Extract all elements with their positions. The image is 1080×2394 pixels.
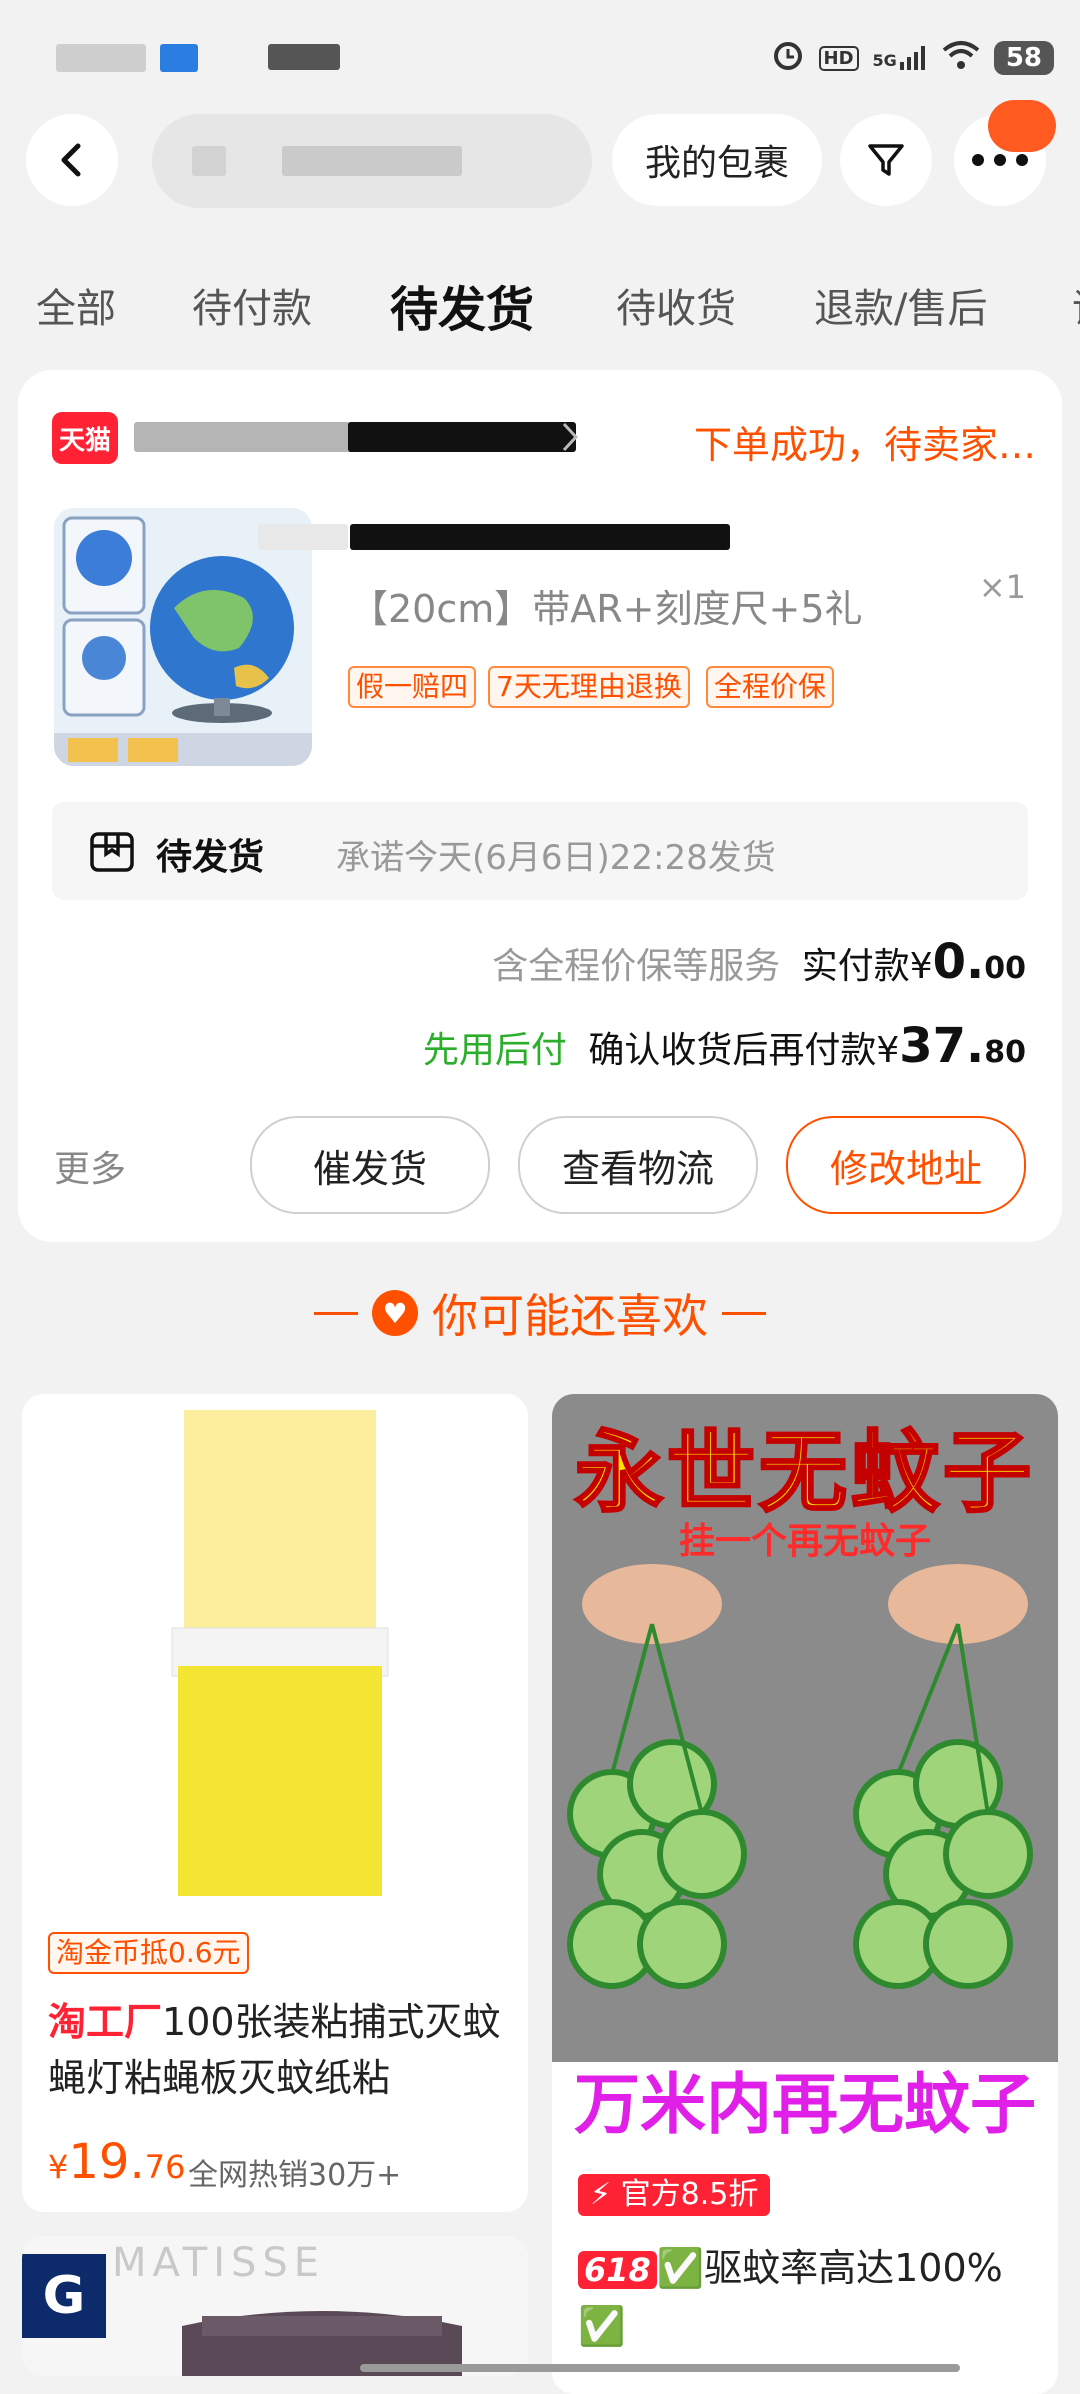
product-spec: 【20cm】带AR+刻度尺+5礼 <box>350 587 863 631</box>
more-dots-icon <box>972 154 1028 166</box>
order-card[interactable]: 天猫 下单成功，待卖家… 【20cm】带AR+刻度尺+5礼 ×1 假一赔四 7天… <box>18 370 1062 1242</box>
paid-label: 实付款¥ <box>801 946 933 987</box>
product-title: 618 ✅驱蚊率高达100% ✅ <box>578 2240 1038 2354</box>
sales-count: 全网热销30万+ <box>188 2158 402 2193</box>
heart-icon: ♥ <box>372 1290 418 1336</box>
status-icons: HD 5G 58 <box>771 38 1054 78</box>
wifi-icon <box>942 40 980 76</box>
order-status-text: 下单成功，待卖家… <box>693 423 1036 467</box>
poster-subtitle: 挂一个再无蚊子 <box>678 1521 931 1562</box>
product-price: ¥19.76 <box>48 2134 185 2190</box>
product-title: 淘工厂100张装粘捕式灭蚊蝇灯粘蝇板灭蚊纸粘 <box>48 1994 508 2106</box>
paid-amount-row: 含全程价保等服务 实付款¥0.00 <box>492 934 1026 990</box>
recommend-title: 你可能还喜欢 <box>432 1289 708 1343</box>
tab-review[interactable]: 评 <box>1072 276 1080 334</box>
carrier-blur <box>56 44 146 72</box>
bnpl-label: 先用后付 <box>422 1030 567 1071</box>
poster-bottom-text: 万米内再无蚊子 <box>552 2062 1058 2148</box>
confirm-dec: 80 <box>984 1035 1026 1070</box>
confirm-pay-label: 确认收货后再付款¥ <box>588 1030 900 1071</box>
price-int: 19. <box>68 2134 145 2190</box>
search-input[interactable] <box>152 114 592 208</box>
filter-icon <box>868 144 904 176</box>
mosquito-repellent-image: 永世无蚊子 挂一个再无蚊子 万米内再无蚊子 <box>552 1394 1058 2148</box>
repellent-rings-graphic <box>567 1564 1033 1989</box>
view-logistics-button[interactable]: 查看物流 <box>518 1116 758 1214</box>
tab-pending-receipt[interactable]: 待收货 <box>616 276 736 334</box>
change-address-button[interactable]: 修改地址 <box>786 1116 1026 1214</box>
search-blur-a <box>192 146 226 176</box>
confirm-int: 37. <box>899 1018 985 1074</box>
paid-prefix: 含全程价保等服务 <box>492 946 781 987</box>
tab-pending-payment[interactable]: 待付款 <box>192 276 312 334</box>
recommend-header: ♥ 你可能还喜欢 <box>0 1280 1080 1346</box>
tab-all[interactable]: 全部 <box>36 276 116 334</box>
tag-seven-day-return: 7天无理由退换 <box>488 666 690 708</box>
shipping-status-label: 待发货 <box>156 837 265 878</box>
tag-price-protection: 全程价保 <box>706 666 835 708</box>
filter-button[interactable] <box>840 114 932 206</box>
bnpl-row: 先用后付 确认收货后再付款¥37.80 <box>423 1018 1026 1074</box>
paid-int: 0. <box>932 934 985 990</box>
store-name-blur-dark <box>348 422 576 452</box>
product-quantity: ×1 <box>978 568 1026 606</box>
print-text: MATISSE <box>112 2240 326 2286</box>
chevron-right-icon[interactable] <box>560 420 582 454</box>
my-parcels-button[interactable]: 我的包裹 <box>612 114 822 206</box>
tag-fake-compensation: 假一赔四 <box>348 666 477 708</box>
product-card[interactable]: MATISSE G <box>22 2236 528 2376</box>
alarm-icon <box>771 38 805 78</box>
divider-left <box>314 1311 358 1315</box>
poster-title: 永世无蚊子 <box>573 1420 1035 1526</box>
price-symbol: ¥ <box>48 2148 69 2186</box>
product-title-blur-light <box>258 524 348 550</box>
tmall-logo: 天猫 <box>52 412 118 464</box>
shipping-promise-text: 承诺今天(6月6日)22:28发货 <box>336 838 776 878</box>
time-blur <box>268 44 340 70</box>
hd-icon: HD <box>818 45 859 71</box>
urge-shipment-button[interactable]: 催发货 <box>250 1116 490 1214</box>
search-blur-b <box>282 146 462 176</box>
coin-coupon-tag: 淘金币抵0.6元 <box>48 1932 249 1974</box>
tab-pending-shipment[interactable]: 待发货 <box>390 270 534 340</box>
chevron-left-icon <box>61 143 81 177</box>
paid-dec: 00 <box>984 951 1026 986</box>
signal-icon: 5G <box>873 46 928 70</box>
badge-618: 618 <box>578 2251 657 2289</box>
product-card[interactable]: 淘金币抵0.6元 淘工厂100张装粘捕式灭蚊蝇灯粘蝇板灭蚊纸粘 ¥19.76 全… <box>22 1394 528 2212</box>
product-title-blur <box>350 524 730 550</box>
carrier-icon <box>160 44 198 72</box>
order-tabs: 全部 待付款 待发货 待收货 退款/售后 评 <box>0 262 1080 342</box>
home-indicator <box>360 2364 960 2372</box>
notification-badge <box>988 100 1056 152</box>
battery-icon: 58 <box>993 41 1054 75</box>
brand-logo: G <box>22 2254 106 2338</box>
product-card[interactable]: 永世无蚊子 挂一个再无蚊子 万米内再无蚊子 ⚡ 官方8.5折 618 ✅驱蚊率高达… <box>552 1394 1058 2394</box>
discount-text: 官方8.5折 <box>620 2177 759 2212</box>
brand-label: 淘工厂 <box>48 2000 163 2044</box>
more-link[interactable]: 更多 <box>54 1140 126 1192</box>
price-dec: 76 <box>144 2148 186 2186</box>
sticky-trap-image <box>22 1394 528 1914</box>
divider-right <box>722 1311 766 1315</box>
back-button[interactable] <box>26 114 118 206</box>
package-icon <box>90 832 134 872</box>
shipping-status-box[interactable]: 待发货 承诺今天(6月6日)22:28发货 <box>52 802 1028 900</box>
tab-refund[interactable]: 退款/售后 <box>814 276 987 334</box>
discount-tag: ⚡ 官方8.5折 <box>578 2174 771 2216</box>
